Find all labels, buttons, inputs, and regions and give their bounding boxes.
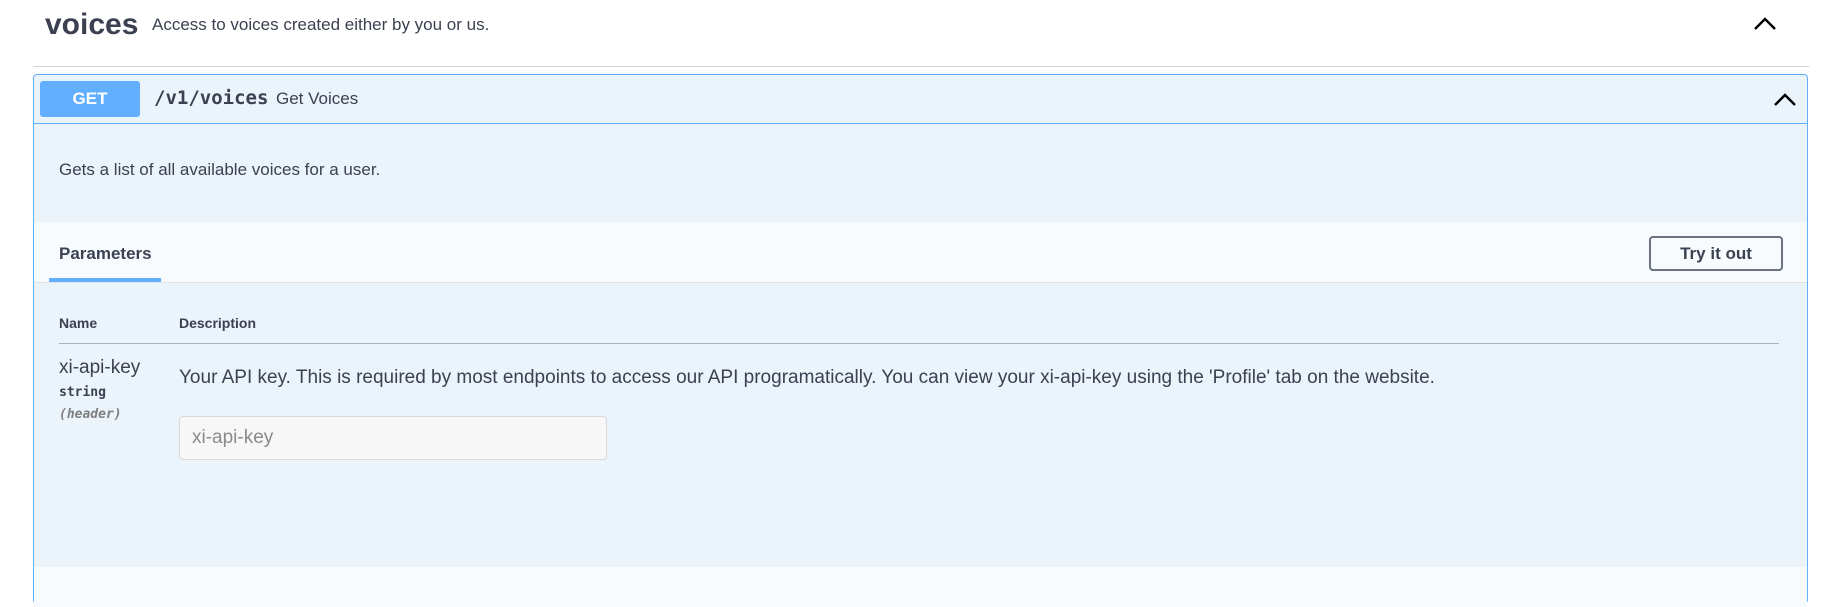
column-header-name: Name	[59, 315, 98, 331]
parameters-section-header: Parameters Try it out	[34, 222, 1807, 283]
table-header-divider	[59, 343, 1779, 344]
operation-block-get-voices: GET /v1/voices Get Voices Gets a list of…	[33, 74, 1808, 607]
responses-section-header	[34, 567, 1807, 607]
endpoint-path: /v1/voices	[154, 87, 269, 109]
try-it-out-button[interactable]: Try it out	[1649, 236, 1783, 271]
chevron-up-icon[interactable]	[1771, 88, 1799, 110]
xi-api-key-input[interactable]	[179, 416, 607, 460]
parameter-type: string	[59, 385, 106, 400]
parameter-location: (header)	[59, 407, 122, 422]
column-header-description: Description	[179, 315, 257, 331]
operation-description: Gets a list of all available voices for …	[59, 160, 381, 179]
http-method-badge: GET	[40, 81, 140, 117]
tab-active-indicator	[49, 278, 161, 282]
operation-summary[interactable]: GET /v1/voices Get Voices	[34, 75, 1807, 124]
tag-section-voices[interactable]: voices Access to voices created either b…	[33, 0, 1809, 67]
tab-parameters-label: Parameters	[59, 244, 152, 263]
tag-name[interactable]: voices	[45, 8, 138, 42]
tag-description: Access to voices created either by you o…	[152, 15, 490, 34]
parameter-description: Your API key. This is required by most e…	[179, 367, 1435, 388]
chevron-up-icon[interactable]	[1751, 12, 1779, 34]
operation-summary-text: Get Voices	[276, 89, 359, 108]
tab-parameters[interactable]: Parameters	[49, 222, 161, 282]
parameter-name: xi-api-key	[59, 357, 141, 378]
